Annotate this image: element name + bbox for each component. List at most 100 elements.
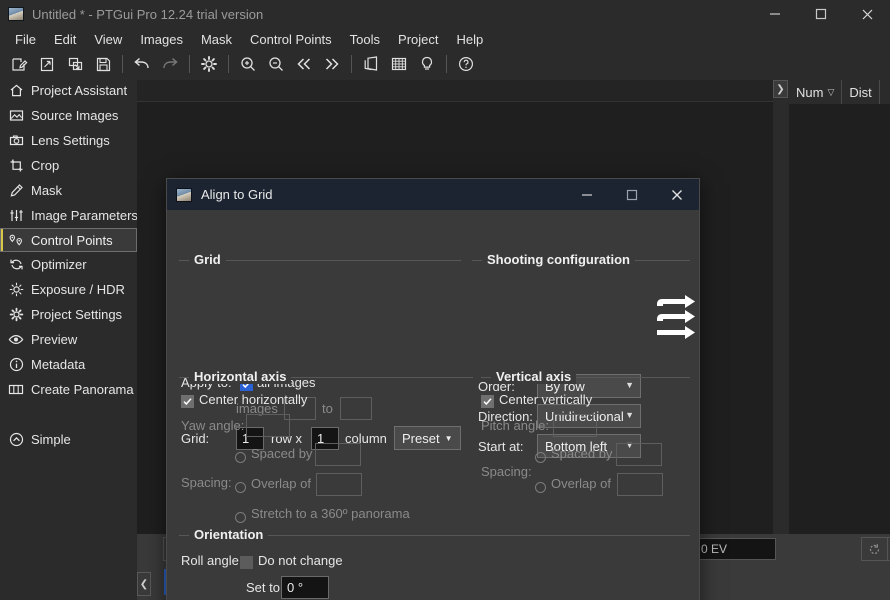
menu-item-project[interactable]: Project [389,30,447,49]
pane-splitter[interactable] [773,80,789,600]
horizontal-overlap-radio[interactable] [235,479,246,494]
previous-icon[interactable] [290,51,318,77]
radio-circle [235,452,246,463]
vertical-overlap-radio[interactable] [535,479,546,494]
rotate-left-icon[interactable] [861,537,888,561]
control-point-list-pane: ❯ Num ▽ Dist [789,80,890,600]
sidebar-item-exposure-hdr[interactable]: Exposure / HDR [0,277,137,302]
sidebar-item-project-settings[interactable]: Project Settings [0,302,137,327]
align-images-icon[interactable] [357,51,385,77]
chevron-down-icon: ▼ [445,434,453,443]
sidebar-item-lens-settings[interactable]: Lens Settings [0,128,137,153]
window-title: Untitled * - PTGui Pro 12.24 trial versi… [32,7,263,22]
dialog-titlebar[interactable]: Align to Grid [167,179,699,210]
menu-item-images[interactable]: Images [131,30,192,49]
sidebar-item-mask[interactable]: Mask [0,178,137,203]
column-label: Dist [849,85,871,100]
save-icon[interactable] [89,51,117,77]
view-rotate-group-right: A [862,537,890,561]
toolbar-separator [122,55,123,73]
preset-button[interactable]: Preset ▼ [394,426,461,450]
save-as-icon[interactable] [61,51,89,77]
vertical-spaced-by-radio[interactable] [535,449,546,464]
column-header-dist[interactable]: Dist [842,80,879,104]
settings-gear-icon[interactable] [195,51,223,77]
orientation-group-legend: Orientation [189,527,268,542]
new-project-icon[interactable] [5,51,33,77]
chevron-right-icon[interactable]: ❯ [773,80,788,98]
sidebar-item-optimizer[interactable]: Optimizer [0,252,137,277]
sidebar-label: Preview [31,332,77,347]
chevron-left-icon[interactable]: ❮ [137,572,151,596]
horizontal-spaced-by-label: Spaced by [251,446,312,461]
info-icon [8,357,24,373]
menu-item-control-points[interactable]: Control Points [241,30,341,49]
yaw-angle-label: Yaw angle: [181,418,244,433]
center-horizontally-checkbox[interactable] [181,393,194,408]
pitch-angle-input[interactable] [553,414,597,437]
sidebar-item-crop[interactable]: Crop [0,153,137,178]
horizontal-overlap-input[interactable] [316,473,362,496]
stretch-360-radio[interactable] [235,509,246,524]
center-vertically-checkbox[interactable] [481,393,494,408]
sidebar-mode-toggle[interactable]: Simple [0,427,137,452]
set-to-input[interactable]: 0 ° [281,576,329,599]
grid-label: Grid: [181,431,209,446]
exposure-value: 0 EV [701,542,727,556]
column-header-num[interactable]: Num ▽ [789,80,842,104]
menu-item-help[interactable]: Help [448,30,493,49]
lightbulb-icon[interactable] [413,51,441,77]
vertical-spaced-by-input[interactable] [616,443,662,466]
shooting-group-legend: Shooting configuration [482,252,635,267]
menu-item-mask[interactable]: Mask [192,30,241,49]
menu-item-file[interactable]: File [6,30,45,49]
help-circle-icon[interactable] [452,51,480,77]
vertical-overlap-input[interactable] [617,473,663,496]
align-to-grid-dialog: Align to Grid Grid Apply to: [166,178,700,600]
sidebar-item-source-images[interactable]: Source Images [0,103,137,128]
roll-angle-label: Roll angle [181,553,239,568]
zoom-out-icon[interactable] [262,51,290,77]
sidebar-item-project-assistant[interactable]: Project Assistant [0,78,137,103]
maximize-button[interactable] [798,0,844,28]
radio-circle [535,452,546,463]
dialog-maximize-button[interactable] [609,179,654,210]
horizontal-spaced-by-input[interactable] [315,443,361,466]
sidebar-item-image-parameters[interactable]: Image Parameters [0,203,137,228]
sidebar-item-metadata[interactable]: Metadata [0,352,137,377]
radio-circle [235,512,246,523]
images-to-input[interactable] [340,397,372,420]
dialog-minimize-button[interactable] [564,179,609,210]
main-area: Project Assistant Source Images Lens Set… [0,78,890,600]
chevron-up-circle-icon [8,432,24,448]
center-horizontally-label: Center horizontally [199,392,307,407]
grid-icon[interactable] [385,51,413,77]
sidebar-mode-label: Simple [31,432,71,447]
minimize-button[interactable] [752,0,798,28]
menu-item-edit[interactable]: Edit [45,30,85,49]
sidebar-item-create-panorama[interactable]: Create Panorama [0,377,137,402]
toolbar-separator [228,55,229,73]
start-at-label: Start at: [478,439,524,454]
dialog-window-controls [564,179,699,210]
vertical-overlap-label: Overlap of [551,476,611,491]
horizontal-spaced-by-radio[interactable] [235,449,246,464]
redo-icon[interactable] [156,51,184,77]
sidebar-label: Exposure / HDR [31,282,125,297]
yaw-angle-input[interactable] [246,414,290,437]
do-not-change-checkbox[interactable] [240,554,253,569]
sidebar-label: Metadata [31,357,85,372]
next-icon[interactable] [318,51,346,77]
exposure-input[interactable]: 0 EV [694,538,776,560]
open-project-icon[interactable] [33,51,61,77]
zoom-in-icon[interactable] [234,51,262,77]
menu-item-view[interactable]: View [85,30,131,49]
undo-icon[interactable] [128,51,156,77]
menu-item-tools[interactable]: Tools [341,30,389,49]
sidebar-item-control-points[interactable]: Control Points [0,228,137,252]
dialog-close-button[interactable] [654,179,699,210]
sidebar-item-preview[interactable]: Preview [0,327,137,352]
sidebar-label: Optimizer [31,257,87,272]
window-controls [752,0,890,28]
close-button[interactable] [844,0,890,28]
